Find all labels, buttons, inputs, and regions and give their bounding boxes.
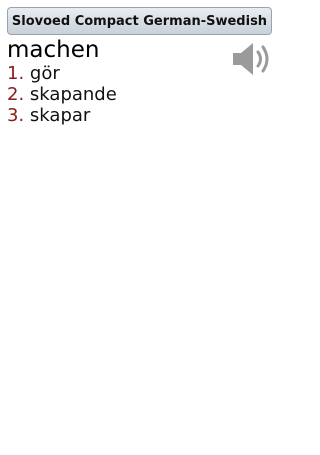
translation-text: skapande [29,84,117,105]
translation-item: 3. skapar [7,105,117,126]
app-title: Slovoed Compact German-Swedish [11,13,268,29]
speaker-icon[interactable] [231,40,275,78]
headword: machen [7,37,100,63]
translation-item: 1. gör [7,63,117,84]
translation-text: gör [29,63,60,84]
translation-number: 3. [7,105,25,126]
translation-item: 2. skapande [7,84,117,105]
translation-number: 2. [7,84,25,105]
translation-list: 1. gör 2. skapande 3. skapar [7,63,117,126]
speaker-icon-graphic [233,43,269,75]
translation-text: skapar [29,105,91,126]
translation-number: 1. [7,63,25,84]
app-title-bar: Slovoed Compact German-Swedish [7,7,272,35]
